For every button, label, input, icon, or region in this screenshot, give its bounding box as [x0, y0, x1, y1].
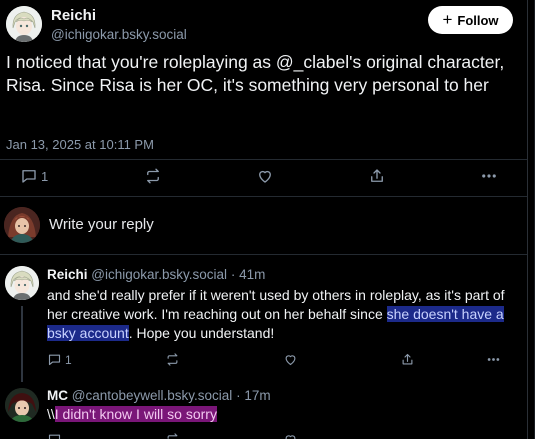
- anime-avatar-icon: [5, 266, 39, 300]
- reply-count: 1: [65, 352, 72, 367]
- reply-text-prefix: \\: [47, 406, 55, 422]
- reply-icon: [22, 170, 36, 183]
- reply-button[interactable]: 1: [20, 167, 48, 185]
- reply-author-handle[interactable]: @ichigokar.bsky.social: [91, 267, 227, 282]
- reply-button[interactable]: [47, 432, 62, 439]
- post-text: I noticed that you're roleplaying as @_c…: [6, 52, 505, 95]
- like-button[interactable]: [283, 352, 298, 367]
- author-handle[interactable]: @ichigokar.bsky.social: [51, 27, 187, 42]
- reply-text: \\I didn't know I will so sorry: [47, 405, 217, 424]
- repost-icon: [147, 168, 159, 184]
- reply-author-name[interactable]: Reichi: [47, 267, 88, 282]
- post-actions: 1: [0, 164, 527, 188]
- share-icon: [402, 353, 413, 365]
- like-icon: [259, 170, 271, 183]
- repost-button[interactable]: [144, 167, 162, 185]
- separator: ·: [230, 267, 236, 282]
- reply-time[interactable]: 41m: [239, 267, 265, 282]
- thread-view: Reichi @ichigokar.bsky.social + Follow I…: [0, 0, 527, 439]
- reply-composer-input[interactable]: Write your reply: [49, 216, 154, 233]
- character-avatar-icon: [5, 388, 39, 422]
- reply-header: Reichi @ichigokar.bsky.social · 41m: [47, 267, 265, 282]
- share-icon: [371, 169, 383, 182]
- anime-avatar-icon: [6, 6, 42, 42]
- avatar[interactable]: [6, 6, 42, 42]
- share-button[interactable]: [400, 352, 415, 367]
- reply-author-name[interactable]: MC: [47, 388, 68, 403]
- avatar[interactable]: [5, 388, 39, 422]
- column-border: [527, 0, 528, 439]
- follow-button[interactable]: + Follow: [428, 6, 513, 34]
- divider: [0, 254, 527, 255]
- like-button[interactable]: [283, 432, 298, 439]
- author-name[interactable]: Reichi: [51, 7, 96, 24]
- separator: ·: [236, 388, 241, 403]
- avatar[interactable]: [5, 266, 39, 300]
- reply-icon: [48, 354, 61, 366]
- reply-text: and she'd really prefer if it weren't us…: [47, 286, 517, 343]
- reply-text-after: . Hope you understand!: [128, 325, 275, 341]
- more-icon: [487, 358, 500, 361]
- repost-icon: [167, 353, 178, 366]
- reply-actions: 1: [0, 350, 527, 370]
- divider: [0, 159, 527, 160]
- highlighted-text: I didn't know I will so sorry: [54, 406, 217, 422]
- follow-label: Follow: [457, 12, 499, 28]
- reply-count: 1: [41, 168, 49, 184]
- reply-author-handle[interactable]: @cantobeywell.bsky.social: [72, 388, 233, 403]
- more-options-button[interactable]: [486, 352, 501, 367]
- plus-icon: +: [442, 9, 453, 29]
- like-icon: [285, 355, 296, 366]
- more-options-button[interactable]: [480, 167, 498, 185]
- reply-button[interactable]: 1: [47, 352, 72, 367]
- reply-header: MC @cantobeywell.bsky.social · 17m: [47, 388, 271, 403]
- my-avatar: [4, 207, 40, 243]
- repost-button[interactable]: [165, 352, 180, 367]
- repost-button[interactable]: [165, 432, 180, 439]
- reply-icon: [48, 434, 61, 439]
- like-icon: [285, 435, 296, 439]
- more-icon: [482, 174, 496, 178]
- repost-icon: [167, 433, 178, 439]
- divider: [0, 196, 527, 197]
- share-button[interactable]: [368, 167, 386, 185]
- like-button[interactable]: [256, 167, 274, 185]
- reply-actions: [0, 432, 527, 439]
- reply-time[interactable]: 17m: [244, 388, 270, 403]
- user-avatar-icon: [4, 207, 40, 243]
- post-timestamp[interactable]: Jan 13, 2025 at 10:11 PM: [6, 137, 154, 152]
- thread-connector: [21, 306, 23, 382]
